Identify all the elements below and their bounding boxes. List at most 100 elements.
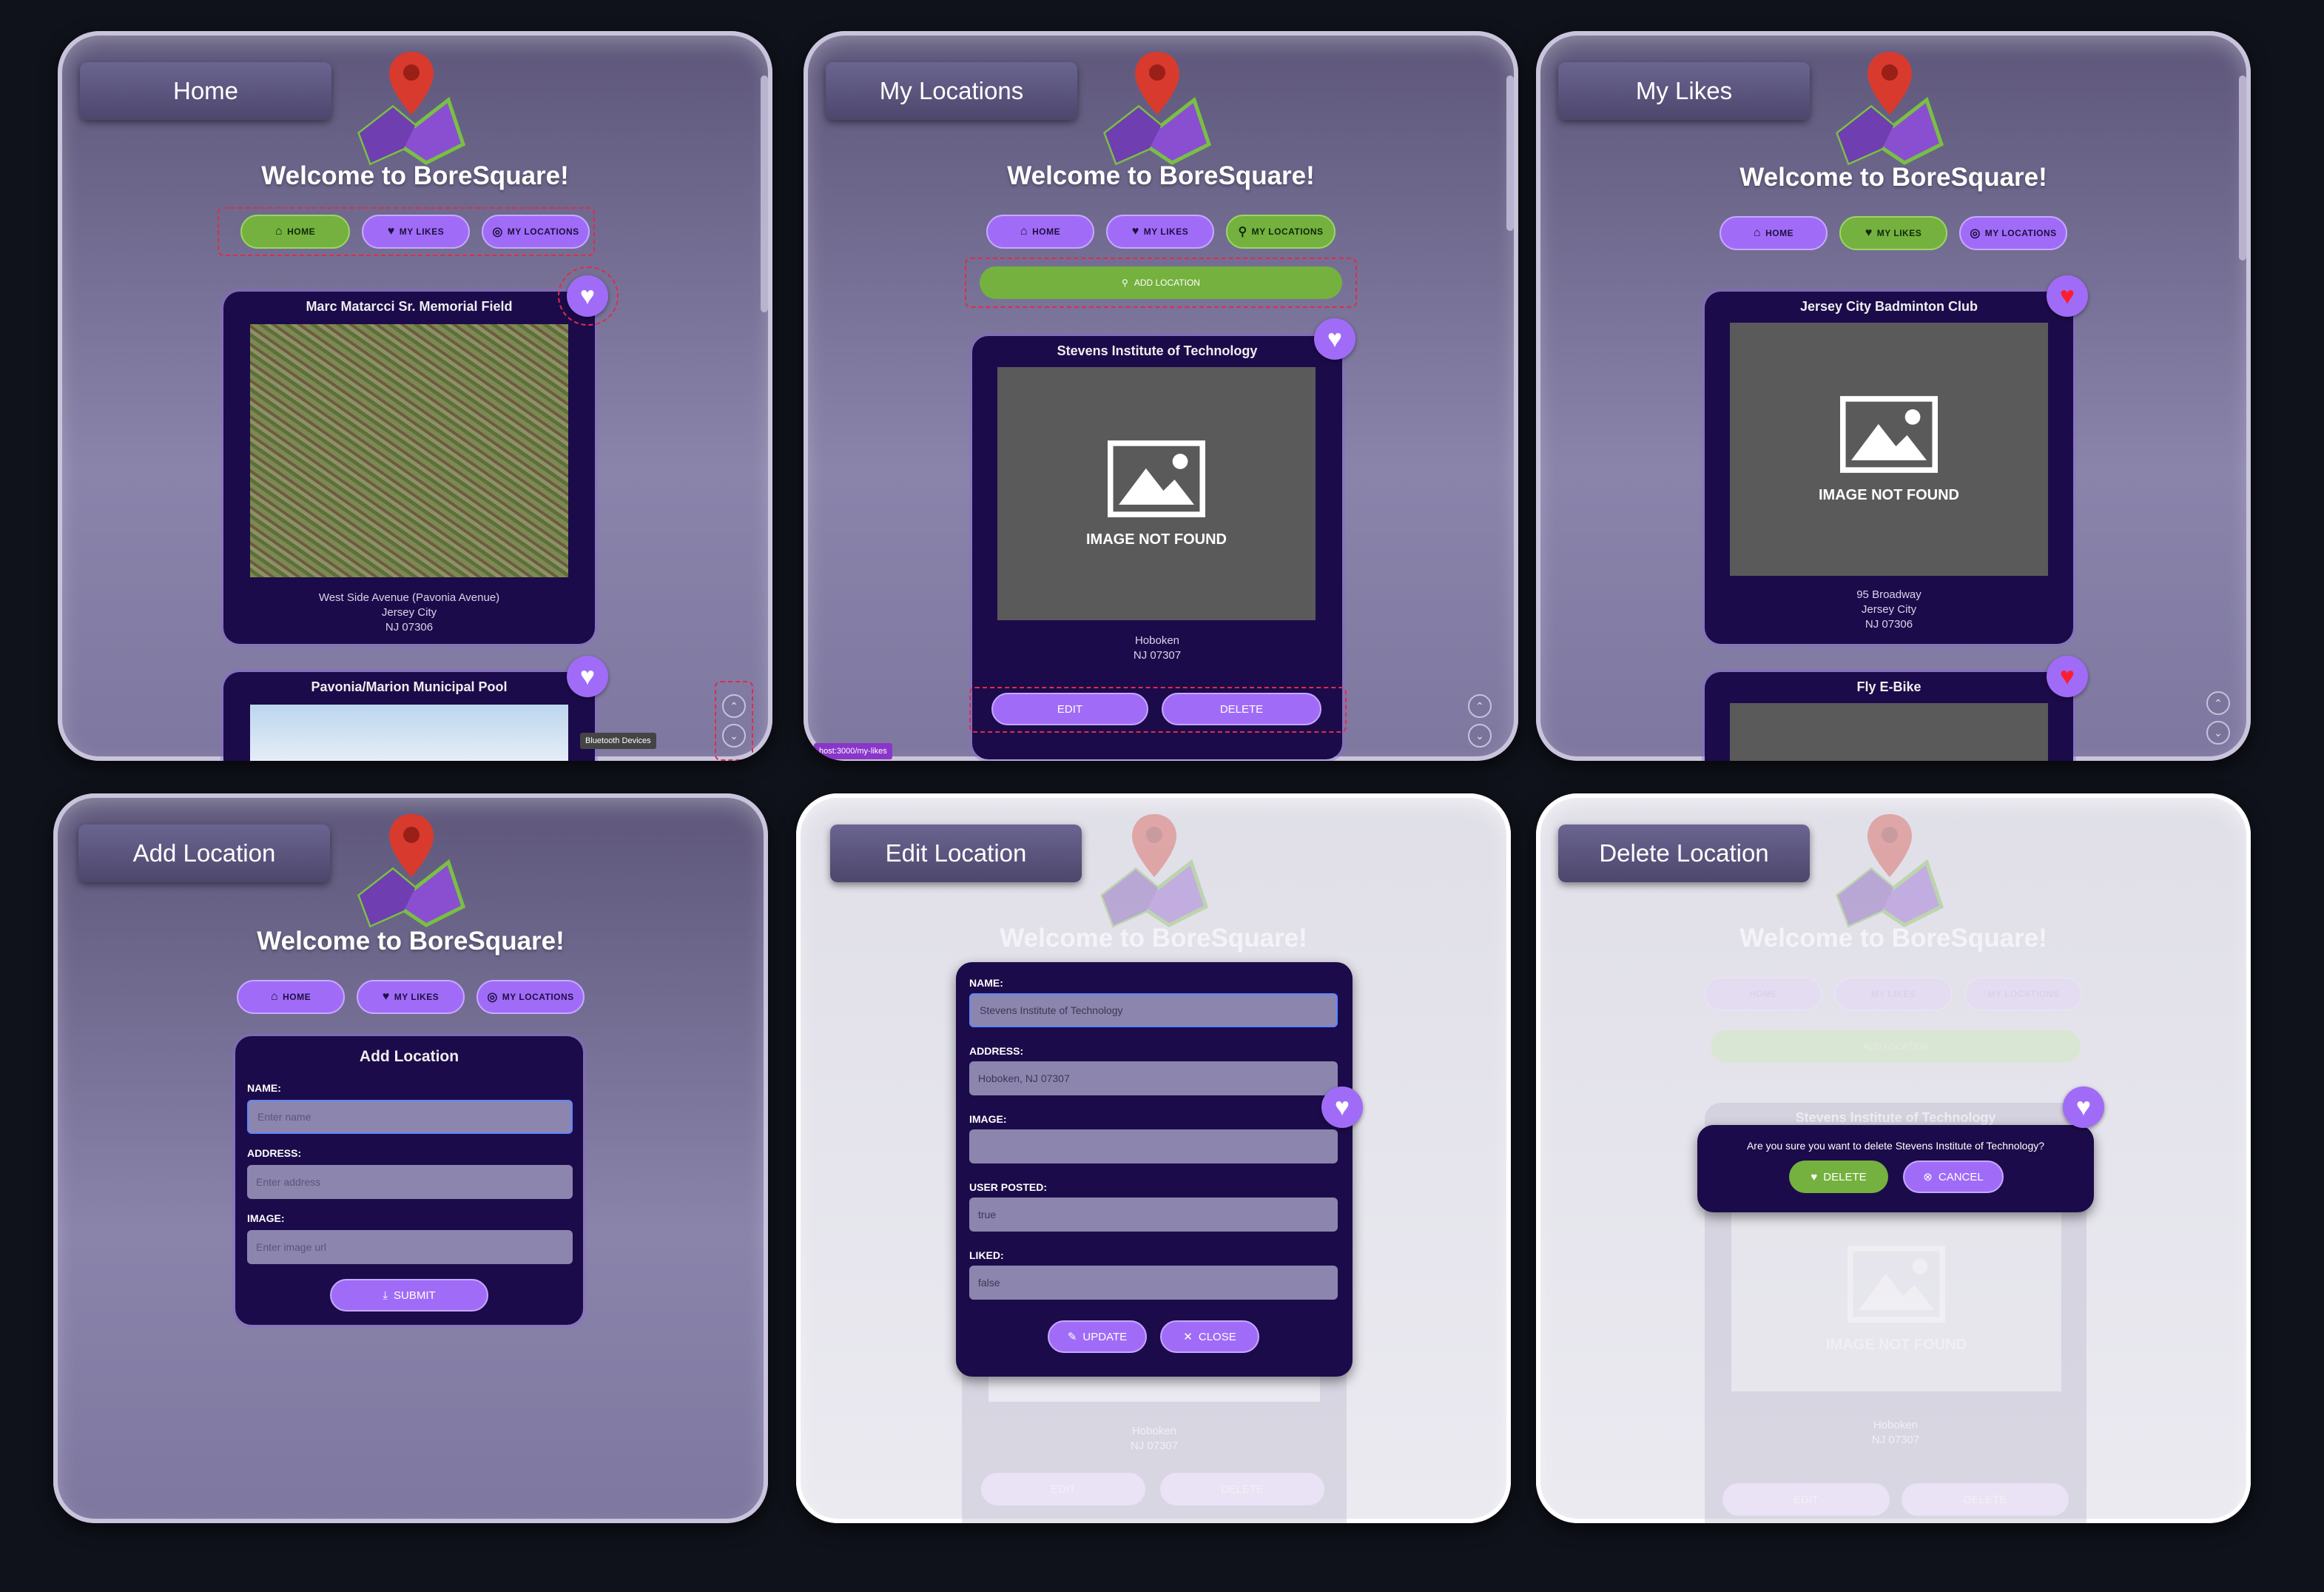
nav-my-likes-button[interactable]: ♥ MY LIKES — [1839, 216, 1947, 250]
edit-button: EDIT — [981, 1473, 1145, 1505]
close-button[interactable]: ✕ CLOSE — [1160, 1320, 1259, 1353]
nav-bar: ⌂ HOME ♥ MY LIKES ◎ MY LOCATIONS — [53, 980, 768, 1014]
heart-icon: ♥ — [579, 662, 596, 691]
logo-map-pin-icon — [352, 44, 471, 170]
unlike-button[interactable]: ♥ — [2047, 656, 2088, 697]
nav-my-likes-button[interactable]: ♥ MY LIKES — [357, 980, 465, 1014]
image-icon — [1848, 1245, 1945, 1323]
confirm-question: Are you sure you want to delete Stevens … — [1746, 1140, 2045, 1152]
panel-label: Edit Location — [830, 824, 1082, 882]
nav-my-locations-button[interactable]: ◎ MY LOCATIONS — [476, 980, 585, 1014]
panel-my-likes: My Likes Welcome to BoreSquare! ⌂ HOME ♥ M… — [1536, 31, 2251, 761]
location-card: Marc Matarcci Sr. Memorial Field West Si… — [223, 292, 595, 644]
image-placeholder: IMAGE NOT FOUND — [997, 367, 1316, 620]
nav-home-button: HOME — [1704, 977, 1822, 1011]
location-card: Fly E-Bike — [1705, 672, 2073, 761]
scrollbar[interactable] — [1506, 75, 1514, 231]
scroll-up-button[interactable]: ⌃ — [2206, 691, 2230, 715]
card-title: Pavonia/Marion Municipal Pool — [311, 679, 508, 694]
heart-icon: ♥ — [382, 990, 390, 1003]
delete-confirm-dialog: Are you sure you want to delete Stevens … — [1697, 1125, 2094, 1212]
like-button[interactable]: ♥ — [1321, 1086, 1363, 1128]
unlike-button[interactable]: ♥ — [2047, 275, 2088, 317]
confirm-delete-button[interactable]: ♥ DELETE — [1789, 1161, 1888, 1193]
nav-home-button[interactable]: ⌂ HOME — [237, 980, 345, 1014]
name-label: NAME: — [969, 977, 1003, 989]
panel-home: Home Welcome to BoreSquare! ⌂ HOME ♥ MY LI… — [58, 31, 772, 761]
card-address: Hoboken NJ 07307 — [1130, 1425, 1179, 1452]
target-icon: ◎ — [487, 991, 498, 1004]
submit-button[interactable]: ⤓ SUBMIT — [330, 1279, 488, 1311]
nav-my-locations-button: MY LOCATIONS — [1964, 977, 2083, 1011]
delete-button: DELETE — [1160, 1473, 1324, 1505]
heart-icon: ♥ — [1131, 225, 1139, 238]
image-icon — [1108, 440, 1205, 518]
tooltip: Bluetooth Devices — [580, 733, 656, 749]
home-icon: ⌂ — [1020, 225, 1028, 238]
panel-label: Delete Location — [1558, 824, 1810, 882]
heart-icon: ♥ — [1334, 1093, 1350, 1121]
nav-my-likes-button[interactable]: ♥ MY LIKES — [1106, 215, 1214, 249]
nav-my-likes-button: MY LIKES — [1834, 977, 1953, 1011]
address-label: ADDRESS: — [247, 1147, 302, 1159]
nav-home-button[interactable]: ⌂ HOME — [1720, 216, 1828, 250]
name-input[interactable]: Enter name — [247, 1100, 573, 1134]
add-location-form: Add Location NAME: Enter name ADDRESS: E… — [235, 1036, 583, 1325]
update-button[interactable]: ✎ UPDATE — [1048, 1320, 1147, 1353]
image-input[interactable] — [969, 1129, 1338, 1163]
panel-add-location: Add Location Welcome to BoreSquare! ⌂ HOM… — [53, 793, 768, 1523]
logo-map-pin-icon — [352, 807, 471, 933]
home-icon: ⌂ — [270, 990, 279, 1003]
scroll-down-button[interactable]: ⌄ — [2206, 721, 2230, 745]
nav-home-button[interactable]: ⌂ HOME — [986, 215, 1094, 249]
image-url-input[interactable]: Enter image url — [247, 1230, 573, 1264]
nav-bar: ⌂ HOME ♥ MY LIKES ⚲ MY LOCATIONS — [804, 215, 1518, 249]
like-button[interactable]: ♥ — [2063, 1086, 2104, 1128]
card-title: Jersey City Badminton Club — [1799, 299, 1978, 314]
logo-map-pin-icon — [1830, 807, 1949, 933]
like-button[interactable]: ♥ — [1314, 318, 1355, 360]
cancel-button[interactable]: ⊗ CANCEL — [1903, 1161, 2004, 1193]
image-label: IMAGE: — [969, 1113, 1007, 1125]
address-input[interactable]: Enter address — [247, 1165, 573, 1199]
scroll-up-button[interactable]: ⌃ — [1468, 694, 1492, 718]
address-label: ADDRESS: — [969, 1045, 1024, 1057]
card-address: Hoboken NJ 07307 — [1133, 634, 1182, 662]
location-card: Pavonia/Marion Municipal Pool — [223, 672, 595, 761]
page-title: Welcome to BoreSquare! — [1007, 161, 1315, 190]
heart-broken-icon: ♥ — [1811, 1170, 1818, 1183]
location-pin-icon: ⚲ — [1238, 226, 1247, 238]
highlight-box — [558, 266, 619, 326]
card-title: Marc Matarcci Sr. Memorial Field — [306, 299, 513, 314]
heart-icon: ♥ — [1865, 226, 1873, 239]
location-photo — [250, 705, 568, 761]
scrollbar[interactable] — [761, 75, 768, 312]
highlight-box — [965, 258, 1357, 308]
page-title: Welcome to BoreSquare! — [257, 927, 565, 955]
nav-my-locations-button[interactable]: ⚲ MY LOCATIONS — [1226, 215, 1336, 249]
user-posted-label: USER POSTED: — [969, 1181, 1048, 1193]
name-label: NAME: — [247, 1082, 281, 1094]
home-icon: ⌂ — [1753, 226, 1762, 239]
panel-label: Add Location — [78, 824, 330, 882]
scrollbar[interactable] — [2239, 75, 2246, 261]
card-address: West Side Avenue (Pavonia Avenue) Jersey… — [318, 591, 500, 634]
liked-input[interactable]: false — [969, 1266, 1338, 1300]
image-placeholder — [1730, 703, 2048, 761]
add-location-button: ADD LOCATION — [1711, 1030, 2081, 1063]
pencil-icon: ✎ — [1067, 1331, 1077, 1343]
panel-label: My Locations — [826, 62, 1077, 120]
card-address: Hoboken NJ 07307 — [1871, 1419, 1920, 1446]
panel-label: Home — [80, 62, 331, 120]
user-posted-input[interactable]: true — [969, 1198, 1338, 1232]
location-card: Jersey City Badminton Club IMAGE NOT FOU… — [1705, 292, 2073, 644]
address-input[interactable]: Hoboken, NJ 07307 — [969, 1061, 1338, 1095]
name-input[interactable]: Stevens Institute of Technology — [969, 993, 1338, 1027]
image-label: IMAGE: — [247, 1212, 285, 1224]
highlight-box — [218, 207, 595, 256]
like-button[interactable]: ♥ — [567, 656, 608, 697]
upload-icon: ⤓ — [383, 1289, 388, 1302]
status-url: host:3000/my-likes — [814, 743, 892, 759]
nav-my-locations-button[interactable]: ◎ MY LOCATIONS — [1959, 216, 2067, 250]
scroll-down-button[interactable]: ⌄ — [1468, 724, 1492, 748]
